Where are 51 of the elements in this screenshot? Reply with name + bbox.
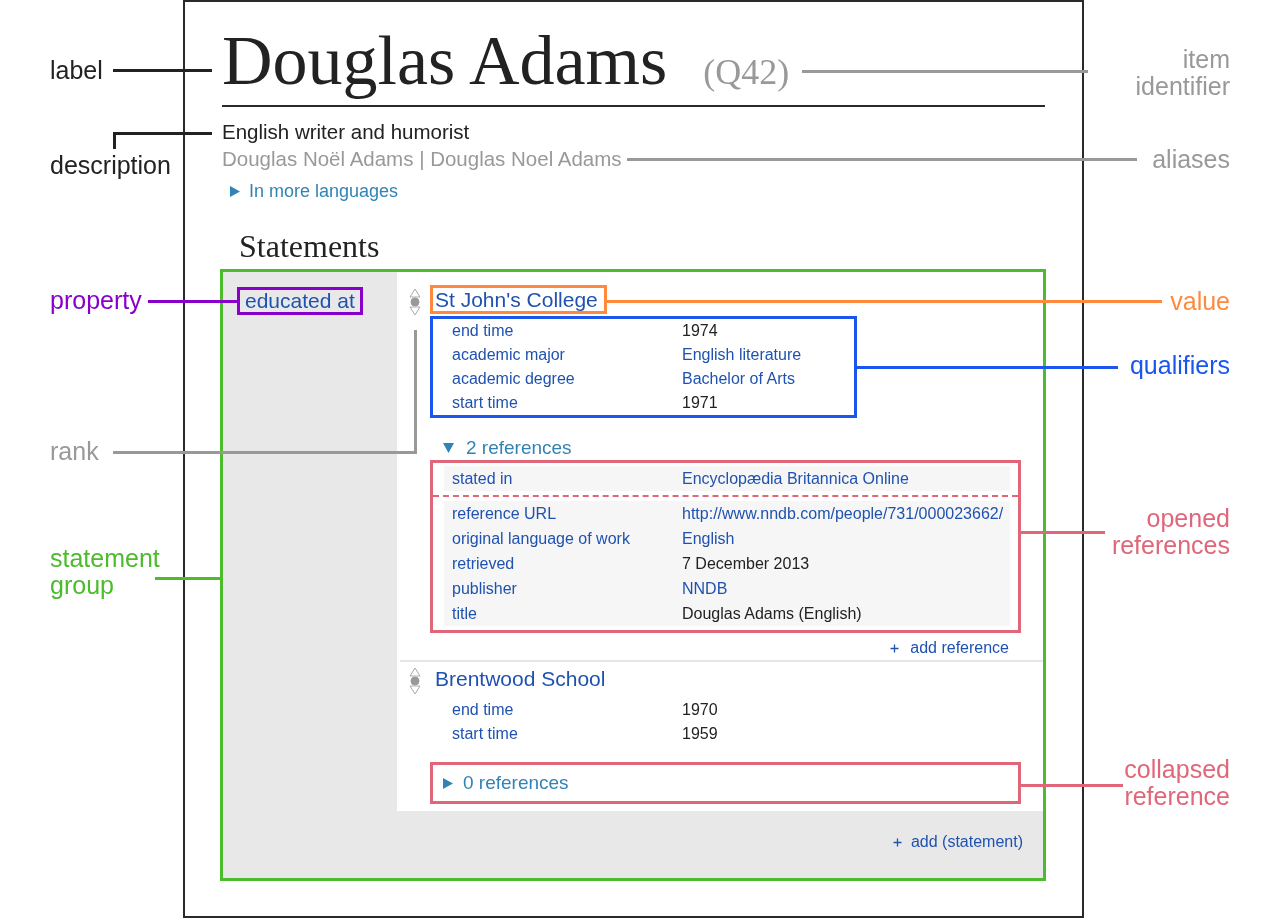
reference-property-link[interactable]: title — [452, 605, 477, 622]
reference-value-link[interactable]: Encyclopædia Britannica Online — [682, 470, 909, 487]
reference-value-link[interactable]: NNDB — [682, 580, 728, 597]
property-link[interactable]: educated at — [237, 287, 363, 315]
plus-icon — [890, 643, 900, 653]
reference-value: Douglas Adams (English) — [682, 605, 862, 622]
item-identifier: (Q42) — [703, 52, 790, 92]
reference-property-link[interactable]: retrieved — [452, 555, 515, 572]
callout-label: value — [1170, 287, 1230, 315]
add-reference-button[interactable]: add reference — [890, 636, 1009, 660]
callout-label: item identifier — [1135, 46, 1230, 100]
reference-property-link[interactable]: original language of work — [452, 530, 630, 547]
reference-value: 7 December 2013 — [682, 555, 810, 572]
rank-selector-icon[interactable] — [409, 667, 421, 695]
reference-property-link[interactable]: stated in — [452, 470, 513, 487]
callout-label: opened references — [1111, 505, 1230, 559]
callout-label: aliases — [1152, 145, 1230, 173]
qualifier-value: 1959 — [682, 725, 718, 742]
qualifier-value-link[interactable]: English literature — [682, 346, 802, 363]
add-statement-button[interactable]: add (statement) — [892, 830, 1023, 854]
reference-property-link[interactable]: reference URL — [452, 505, 557, 522]
qualifier-value: 1970 — [682, 701, 718, 718]
callout-label: qualifiers — [1129, 351, 1230, 379]
reference-value-link[interactable]: English — [682, 530, 735, 547]
section-heading: Statements — [239, 227, 380, 266]
callout-label: statement group — [50, 545, 160, 599]
qualifier-value: 1974 — [682, 322, 718, 339]
references-toggle[interactable]: 0 references — [443, 771, 569, 795]
reference-value-link[interactable]: http://www.nndb.com/people/731/000023662/ — [682, 505, 1004, 522]
reference-property-link[interactable]: publisher — [452, 580, 517, 597]
item-description: English writer and humorist — [222, 119, 470, 145]
plus-icon — [892, 837, 902, 847]
qualifier-value: 1971 — [682, 394, 718, 411]
references-toggle[interactable]: 2 references — [443, 436, 572, 460]
qualifier-property-link[interactable]: start time — [452, 725, 518, 742]
qualifier-property-link[interactable]: academic degree — [452, 370, 575, 387]
statement-value-link[interactable]: Brentwood School — [435, 667, 606, 690]
rank-selector-icon[interactable] — [409, 288, 421, 316]
qualifier-property-link[interactable]: start time — [452, 394, 518, 411]
callout-label: description — [50, 151, 171, 179]
more-languages-toggle[interactable]: In more languages — [230, 179, 399, 203]
qualifier-property-link[interactable]: academic major — [452, 346, 565, 363]
item-aliases: Douglas Noël Adams | Douglas Noel Adams — [222, 146, 622, 172]
qualifier-property-link[interactable]: end time — [452, 701, 514, 718]
statement-value-link[interactable]: St John's College — [430, 285, 607, 314]
callout-label: property — [50, 286, 142, 314]
qualifier-property-link[interactable]: end time — [452, 322, 514, 339]
callout-label: rank — [50, 437, 99, 465]
qualifier-value-link[interactable]: Bachelor of Arts — [682, 370, 795, 387]
callout-label: collapsed reference — [1124, 756, 1230, 810]
callout-label: label — [50, 56, 103, 84]
